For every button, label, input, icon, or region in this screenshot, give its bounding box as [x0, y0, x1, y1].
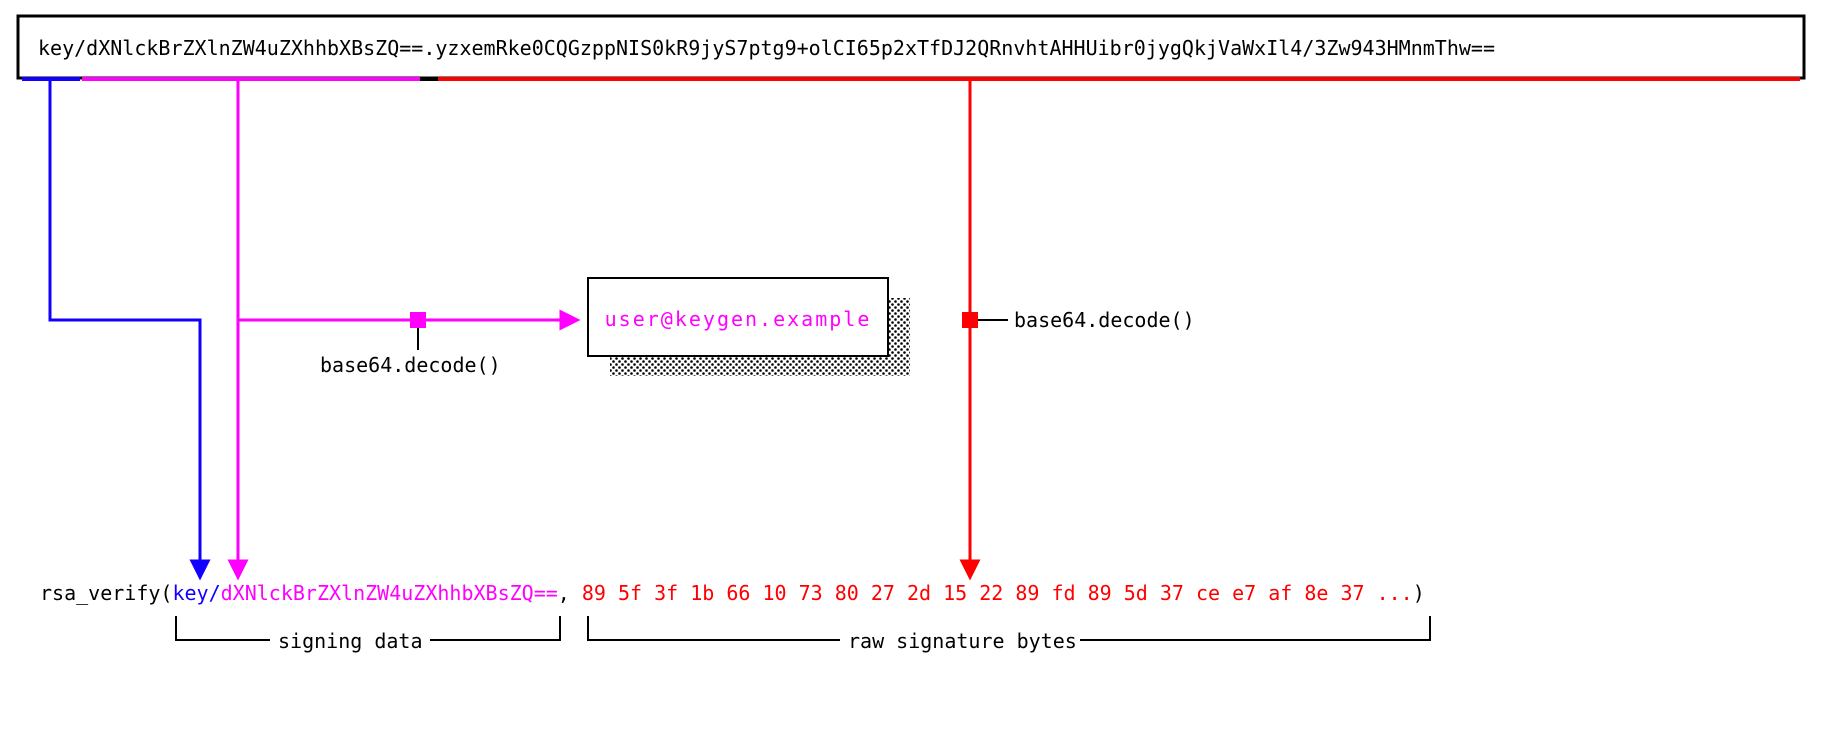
diagram-root: key/dXNlckBrZXlnZW4uZXhhbXBsZQ==.yzxemRk…: [0, 0, 1822, 730]
user-box-text: user@keygen.example: [605, 307, 872, 331]
rsa-verify-line: rsa_verify(key/dXNlckBrZXlnZW4uZXhhbXBsZ…: [40, 581, 1425, 605]
node-magenta-square: [410, 312, 426, 328]
label-raw-sig: raw signature bytes: [848, 629, 1077, 653]
label-base64-decode-right: base64.decode(): [1014, 308, 1195, 332]
flow-magenta-to-userbox: [238, 81, 570, 320]
top-string-text: key/dXNlckBrZXlnZW4uZXhhbXBsZQ==.yzxemRk…: [38, 36, 1495, 60]
label-signing-data: signing data: [278, 629, 423, 653]
label-base64-decode-left: base64.decode(): [320, 353, 501, 377]
node-red-square: [962, 312, 978, 328]
flow-blue: [50, 81, 200, 570]
